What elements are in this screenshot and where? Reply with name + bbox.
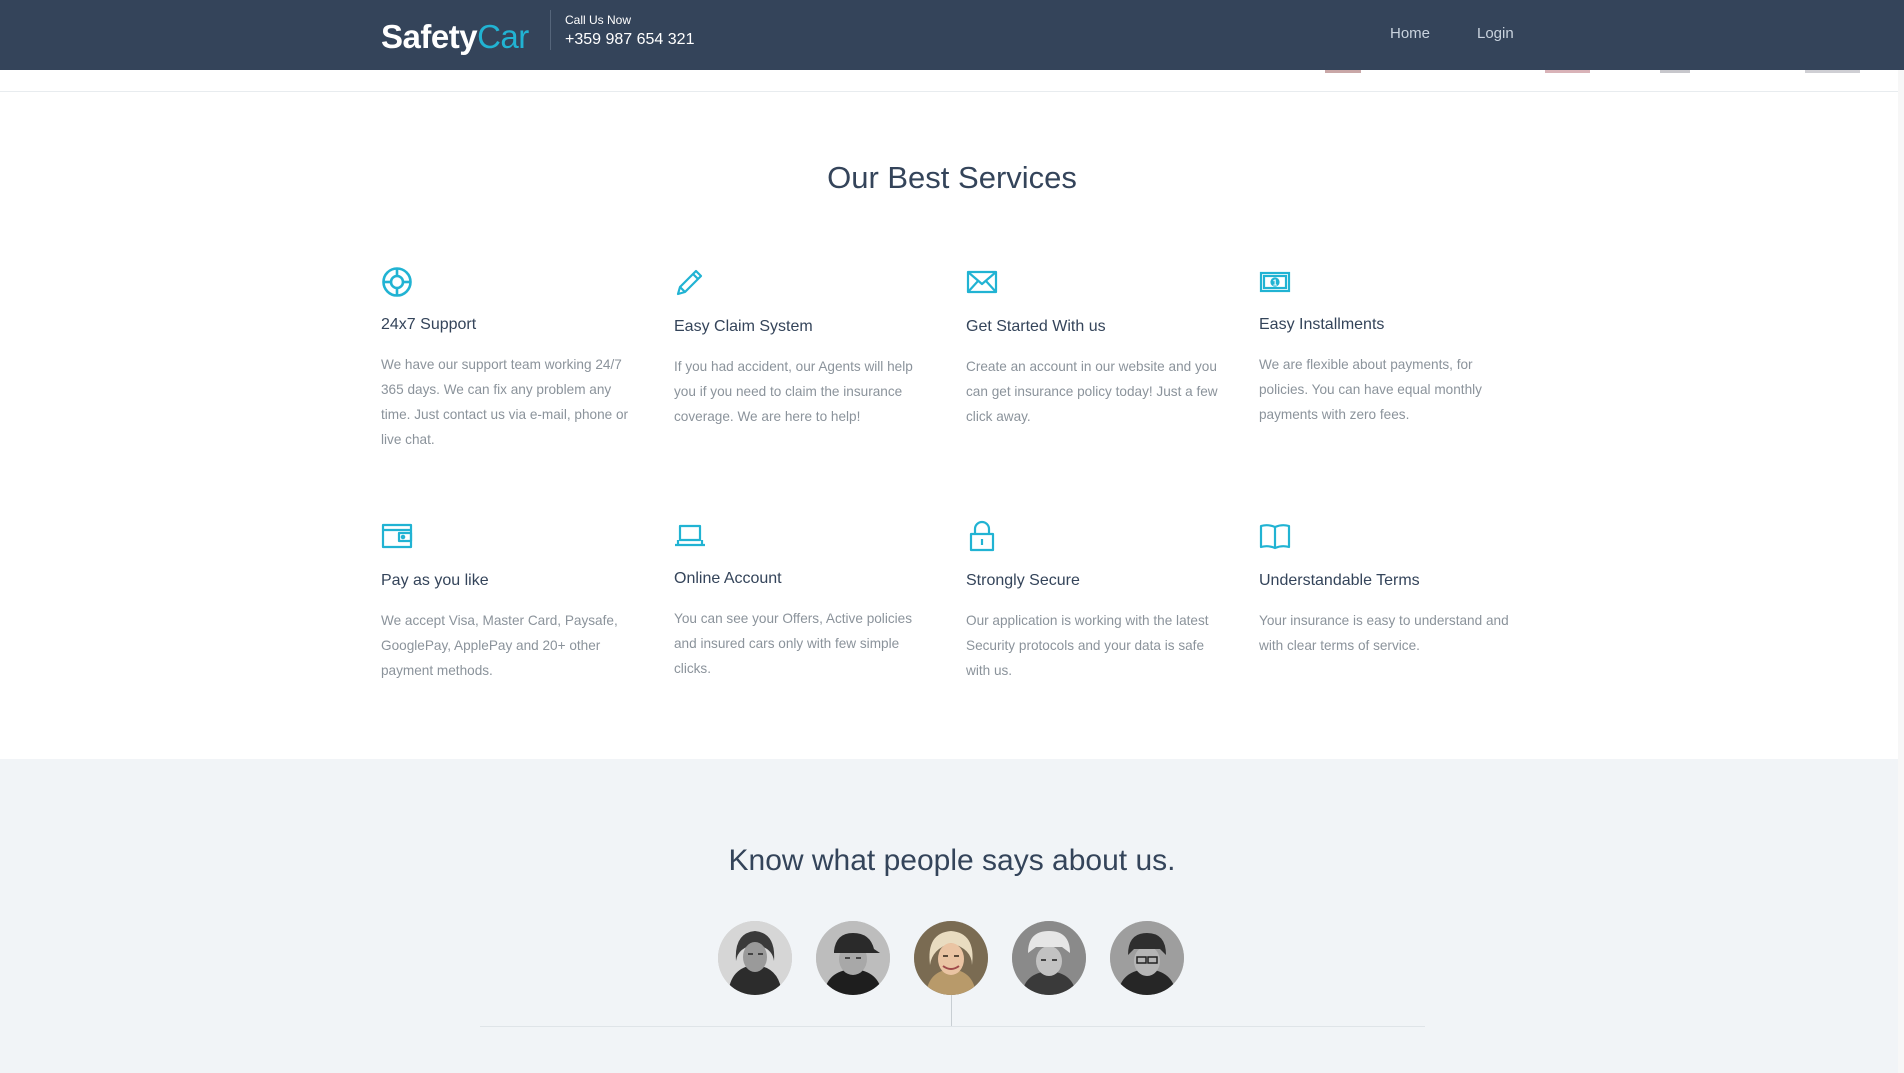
brand-text-primary: Safety xyxy=(381,18,478,55)
service-description: We accept Visa, Master Card, Paysafe, Go… xyxy=(381,613,618,678)
hero-image-fragment xyxy=(1325,70,1361,73)
service-title: Pay as you like xyxy=(381,572,489,589)
service-description: Your insurance is easy to understand and… xyxy=(1259,613,1509,653)
wallet-icon xyxy=(381,520,413,552)
banknote-icon: 1 xyxy=(1259,266,1291,298)
navbar: SafetyCar Call Us Now +359 987 654 321 H… xyxy=(0,0,1904,70)
brand-text-accent: Car xyxy=(477,18,529,55)
service-title: Strongly Secure xyxy=(966,572,1080,589)
nav-divider xyxy=(550,10,551,50)
testimonial-avatar-active[interactable] xyxy=(914,921,988,995)
book-icon xyxy=(1259,520,1291,552)
testimonials-section: Know what people says about us. xyxy=(0,759,1904,1073)
lock-icon xyxy=(966,520,998,552)
service-title: Easy Claim System xyxy=(674,318,813,335)
hero-image-edge xyxy=(0,70,1904,92)
testimonial-pointer xyxy=(951,995,952,1026)
page: SafetyCar Call Us Now +359 987 654 321 H… xyxy=(0,0,1904,1073)
hero-image-fragment xyxy=(1660,70,1690,73)
service-title: Understandable Terms xyxy=(1259,572,1420,589)
call-number[interactable]: +359 987 654 321 xyxy=(565,31,694,49)
testimonials-title: Know what people says about us. xyxy=(728,844,1176,877)
hero-image-fragment xyxy=(1805,70,1860,73)
pencil-icon xyxy=(674,266,706,298)
service-title: Online Account xyxy=(674,570,782,587)
service-description: If you had accident, our Agents will hel… xyxy=(674,359,913,424)
service-description: Our application is working with the late… xyxy=(966,613,1209,678)
testimonial-avatar[interactable] xyxy=(816,921,890,995)
service-description: We have our support team working 24/7 36… xyxy=(381,357,629,447)
testimonial-avatar[interactable] xyxy=(718,921,792,995)
services-title: Our Best Services xyxy=(827,160,1077,195)
brand-logo[interactable]: SafetyCar xyxy=(381,18,529,56)
lifebuoy-icon xyxy=(381,266,413,298)
page-scrollbar[interactable] xyxy=(1898,70,1904,1073)
service-description: You can see your Offers, Active policies… xyxy=(674,611,913,676)
testimonial-divider xyxy=(480,1026,1425,1027)
envelope-icon xyxy=(966,266,998,298)
service-description: We are flexible about payments, for poli… xyxy=(1259,357,1482,422)
testimonial-avatar[interactable] xyxy=(1012,921,1086,995)
laptop-icon xyxy=(674,520,706,552)
service-description: Create an account in our website and you… xyxy=(966,359,1218,424)
testimonial-avatar[interactable] xyxy=(1110,921,1184,995)
svg-text:1: 1 xyxy=(1273,278,1278,287)
hero-image-fragment xyxy=(1545,70,1590,73)
service-title: 24x7 Support xyxy=(381,316,477,333)
call-label: Call Us Now xyxy=(565,13,632,27)
nav-home-link[interactable]: Home xyxy=(1390,25,1430,42)
service-title: Get Started With us xyxy=(966,318,1106,335)
nav-login-link[interactable]: Login xyxy=(1477,25,1514,42)
service-title: Easy Installments xyxy=(1259,316,1385,333)
